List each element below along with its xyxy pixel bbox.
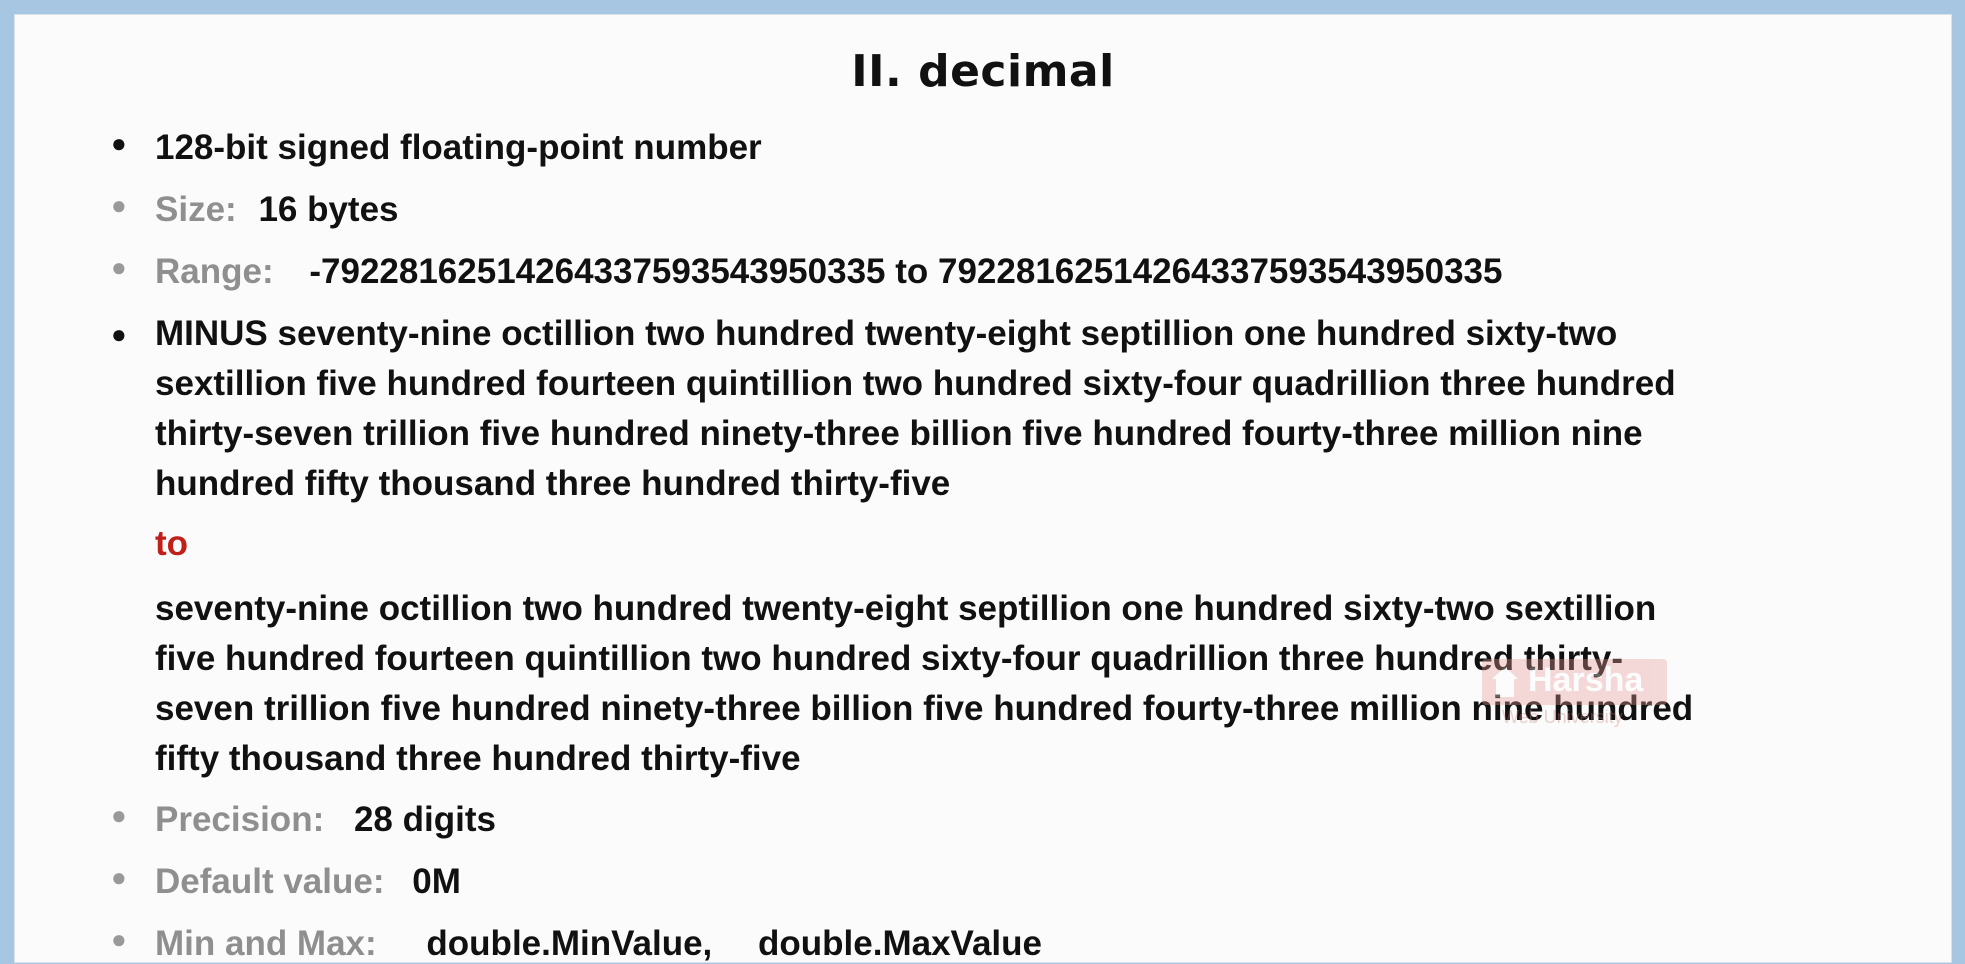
house-logo-icon xyxy=(1492,667,1518,697)
bullet-icon: ● xyxy=(111,924,127,954)
default-value-label: Default value: xyxy=(155,862,385,901)
watermark-brand: Harsha xyxy=(1528,661,1644,699)
min-max-label: Min and Max: xyxy=(155,924,377,963)
bullet-icon: ● xyxy=(111,319,127,349)
minus-line: thirty-seven trillion five hundred ninet… xyxy=(155,414,1643,453)
size-value: 16 bytes xyxy=(258,190,399,229)
minus-line: MINUS seventy-nine octillion two hundred… xyxy=(155,314,1618,353)
bullet-icon: ● xyxy=(111,252,127,282)
bullet-icon: ● xyxy=(111,190,127,220)
precision-label: Precision: xyxy=(155,800,325,839)
slide-title: II. decimal xyxy=(851,46,1115,97)
precision-value: 28 digits xyxy=(353,800,496,839)
watermark-logo: Harsha Web University xyxy=(1482,659,1667,731)
minus-range-words: ● MINUS seventy-nine octillion two hundr… xyxy=(111,309,1875,509)
min-max-item: ● Min and Max: double.MinValue, double.M… xyxy=(111,924,1042,964)
plus-line: fifty thousand three hundred thirty-five xyxy=(155,739,801,778)
default-value: 0M xyxy=(412,862,461,901)
size-item: ● Size: 16 bytes xyxy=(111,190,399,230)
precision-item: ● Precision: 28 digits xyxy=(111,800,496,840)
plus-line: seventy-nine octillion two hundred twent… xyxy=(155,589,1657,628)
max-value: double.MaxValue xyxy=(758,924,1042,963)
slide: II. decimal ● 128-bit signed floating-po… xyxy=(14,14,1952,963)
watermark-subtitle: Web University xyxy=(1502,707,1623,727)
min-value: double.MinValue, xyxy=(426,924,713,963)
minus-line: hundred fifty thousand three hundred thi… xyxy=(155,464,951,503)
description-item: ● 128-bit signed floating-point number xyxy=(111,128,762,168)
bullet-icon: ● xyxy=(111,862,127,892)
default-value-item: ● Default value: 0M xyxy=(111,862,461,902)
description-text: 128-bit signed floating-point number xyxy=(155,128,762,167)
range-value: -79228162514264337593543950335 to 792281… xyxy=(309,252,1503,291)
minus-line: sextillion five hundred fourteen quintil… xyxy=(155,364,1676,403)
range-label: Range: xyxy=(155,252,274,291)
bullet-icon: ● xyxy=(111,128,127,158)
range-item: ● Range: -79228162514264337593543950335 … xyxy=(111,252,1503,292)
to-separator: to xyxy=(155,524,189,563)
size-label: Size: xyxy=(155,190,237,229)
bullet-icon: ● xyxy=(111,800,127,830)
